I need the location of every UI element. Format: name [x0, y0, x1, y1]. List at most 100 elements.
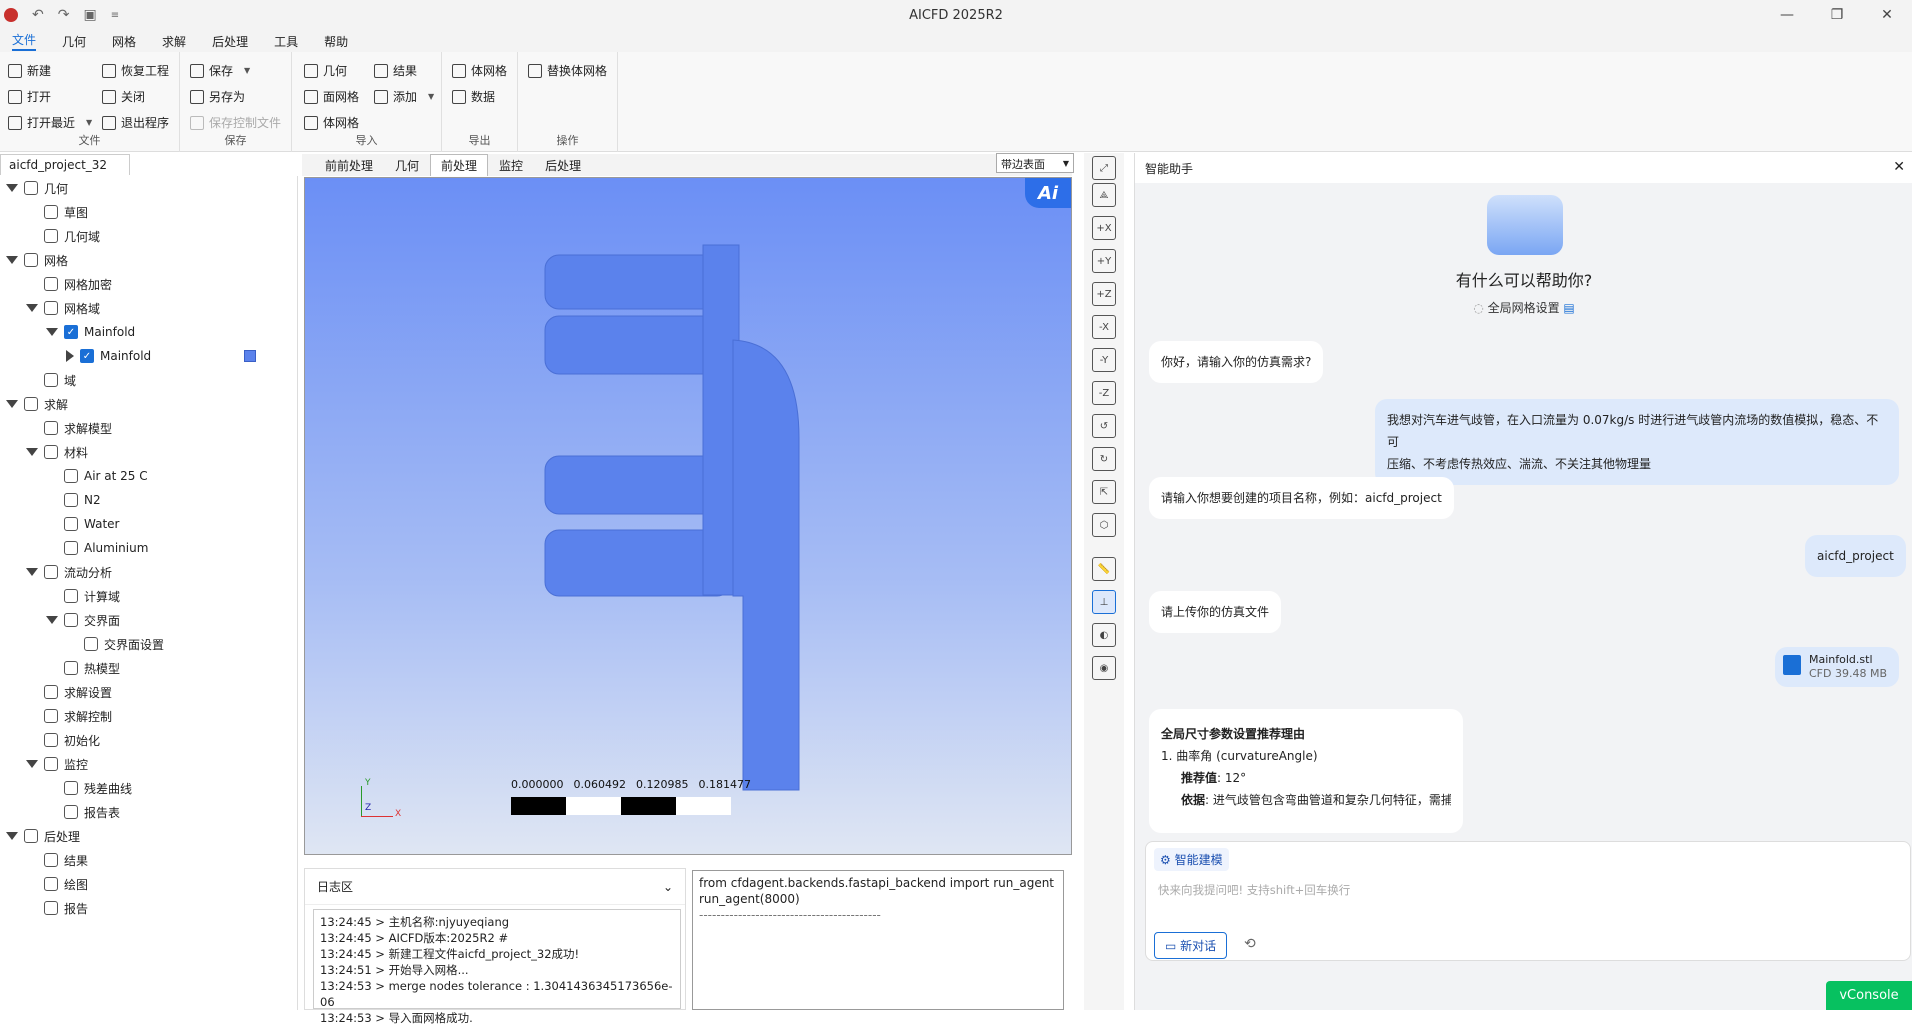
tree-item[interactable]: Water — [46, 512, 119, 536]
menu-tools[interactable]: 工具 — [274, 33, 298, 50]
tree-item[interactable]: 流动分析 — [26, 560, 112, 584]
view-minus-y-icon[interactable]: -Y — [1092, 348, 1116, 372]
expand-arrow-icon[interactable] — [46, 616, 58, 624]
redo-icon[interactable]: ↷ — [58, 7, 70, 23]
export-data-button[interactable]: 数据 — [452, 88, 495, 105]
tree-item[interactable]: 残差曲线 — [46, 776, 132, 800]
tree-item[interactable]: 交界面设置 — [66, 632, 164, 656]
tab-preprocess[interactable]: 前处理 — [430, 154, 489, 176]
minimize-icon[interactable]: — — [1762, 0, 1812, 30]
tree-item[interactable]: 结果 — [26, 848, 88, 872]
import-add-button[interactable]: 添加 ▼ — [374, 88, 434, 105]
menu-geometry[interactable]: 几何 — [62, 33, 86, 50]
isometric-icon[interactable]: ⟁ — [1092, 183, 1116, 207]
expand-arrow-icon[interactable] — [6, 400, 18, 408]
history-icon[interactable]: ⟲ — [1244, 936, 1256, 952]
expand-arrow-icon[interactable] — [26, 760, 38, 768]
view-plus-x-icon[interactable]: +X — [1092, 216, 1116, 240]
undo-icon[interactable]: ↶ — [32, 7, 44, 23]
axes-toggle-icon[interactable]: ⊥ — [1092, 590, 1116, 614]
expand-arrow-icon[interactable] — [26, 568, 38, 576]
chat-input[interactable]: 快来向我提问吧! 支持shift+回车换行 — [1158, 882, 1900, 932]
tree-item[interactable]: 监控 — [26, 752, 88, 776]
tree-item[interactable]: 绘图 — [26, 872, 88, 896]
display-mode-select[interactable]: 带边表面 ▼ — [996, 153, 1074, 173]
expand-arrow-icon[interactable] — [46, 328, 58, 336]
expand-arrow-icon[interactable] — [6, 256, 18, 264]
palette-icon[interactable]: ◐ — [1092, 623, 1116, 647]
menu-mesh[interactable]: 网格 — [112, 33, 136, 50]
checkbox[interactable]: ✓ — [80, 349, 94, 363]
tree-item[interactable]: 求解设置 — [26, 680, 112, 704]
import-result-button[interactable]: 结果 — [374, 62, 417, 79]
ruler-icon[interactable]: 📏 — [1092, 557, 1116, 581]
tree-item[interactable]: 交界面 — [46, 608, 120, 632]
restore-icon[interactable]: ❐ — [1812, 0, 1862, 30]
camera-icon[interactable]: ◉ — [1092, 656, 1116, 680]
open-button[interactable]: 打开 — [8, 88, 51, 105]
tree-item[interactable]: 网格域 — [26, 296, 100, 320]
open-recent-button[interactable]: 打开最近 ▼ — [8, 114, 92, 131]
new-chat-button[interactable]: ▭ 新对话 — [1154, 932, 1228, 959]
tree-item[interactable]: 草图 — [26, 200, 88, 224]
tree-item[interactable]: 求解模型 — [26, 416, 112, 440]
zoom-fit-icon[interactable]: ⇱ — [1092, 480, 1116, 504]
tree-item[interactable]: 报告表 — [46, 800, 120, 824]
tree-item[interactable]: ✓ Mainfold — [66, 344, 256, 368]
menu-help[interactable]: 帮助 — [324, 33, 348, 50]
file-attachment[interactable]: Mainfold.stl CFD 39.48 MB — [1775, 647, 1899, 687]
export-volume-mesh-button[interactable]: 体网格 — [452, 62, 507, 79]
expand-arrow-icon[interactable] — [6, 832, 18, 840]
menu-file[interactable]: 文件 — [12, 31, 37, 51]
global-mesh-setting[interactable]: ◌ 全局网格设置 ▤ — [1135, 299, 1912, 316]
tree-item[interactable]: Aluminium — [46, 536, 148, 560]
close-window-icon[interactable]: ✕ — [1862, 0, 1912, 30]
customize-icon[interactable]: ≡ — [111, 10, 119, 21]
project-tab[interactable]: aicfd_project_32 — [0, 154, 130, 175]
chevron-down-icon[interactable]: ⌄ — [663, 880, 673, 894]
tree-item[interactable]: 求解 — [6, 392, 68, 416]
exit-button[interactable]: 退出程序 — [102, 114, 169, 131]
replace-volume-mesh-button[interactable]: 替换体网格 — [528, 62, 607, 79]
tree-item[interactable]: 初始化 — [26, 728, 100, 752]
tab-postprocess[interactable]: 后处理 — [534, 154, 592, 177]
import-surface-mesh-button[interactable]: 面网格 — [304, 88, 359, 105]
view-plus-z-icon[interactable]: +Z — [1092, 282, 1116, 306]
rotate-cw-90-icon[interactable]: ↻ — [1092, 447, 1116, 471]
close-project-button[interactable]: 关闭 — [102, 88, 145, 105]
save-as-button[interactable]: 另存为 — [190, 88, 245, 105]
color-swatch[interactable] — [244, 350, 256, 362]
tab-pre-preprocess[interactable]: 前前处理 — [314, 154, 384, 177]
tab-monitor[interactable]: 监控 — [488, 154, 534, 177]
tree-item[interactable]: ✓ Mainfold — [46, 320, 135, 344]
expand-arrow-icon[interactable] — [26, 448, 38, 456]
tree-item[interactable]: 几何域 — [26, 224, 100, 248]
3d-viewport[interactable]: Ai 0.000000 0.060492 0.120985 0.181477 Y… — [304, 177, 1072, 855]
view-minus-x-icon[interactable]: -X — [1092, 315, 1116, 339]
tree-item[interactable]: 网格 — [6, 248, 68, 272]
tree-item[interactable]: 几何 — [6, 176, 68, 200]
menu-solve[interactable]: 求解 — [162, 33, 186, 50]
save-quick-icon[interactable]: ▣ — [83, 7, 96, 23]
import-volume-mesh-button[interactable]: 体网格 — [304, 114, 359, 131]
save-button[interactable]: 保存 ▼ — [190, 62, 250, 79]
new-button[interactable]: 新建 — [8, 62, 51, 79]
view-plus-y-icon[interactable]: +Y — [1092, 249, 1116, 273]
fit-view-icon[interactable]: ⤢ — [1092, 156, 1116, 180]
menu-postprocess[interactable]: 后处理 — [212, 33, 248, 50]
view-minus-z-icon[interactable]: -Z — [1092, 381, 1116, 405]
close-icon[interactable]: ✕ — [1893, 159, 1905, 175]
rotate-ccw-90-icon[interactable]: ↺ — [1092, 414, 1116, 438]
import-geometry-button[interactable]: 几何 — [304, 62, 347, 79]
tab-geometry[interactable]: 几何 — [384, 154, 430, 177]
checkbox[interactable]: ✓ — [64, 325, 78, 339]
expand-arrow-icon[interactable] — [26, 304, 38, 312]
vconsole-button[interactable]: vConsole — [1826, 981, 1912, 1010]
save-control-file-button[interactable]: 保存控制文件 — [190, 114, 281, 131]
tree-item[interactable]: 报告 — [26, 896, 88, 920]
tree-item[interactable]: 材料 — [26, 440, 88, 464]
expand-arrow-icon[interactable] — [6, 184, 18, 192]
tree-item[interactable]: 求解控制 — [26, 704, 112, 728]
tree-item[interactable]: 域 — [26, 368, 76, 392]
tree-item[interactable]: 热模型 — [46, 656, 120, 680]
